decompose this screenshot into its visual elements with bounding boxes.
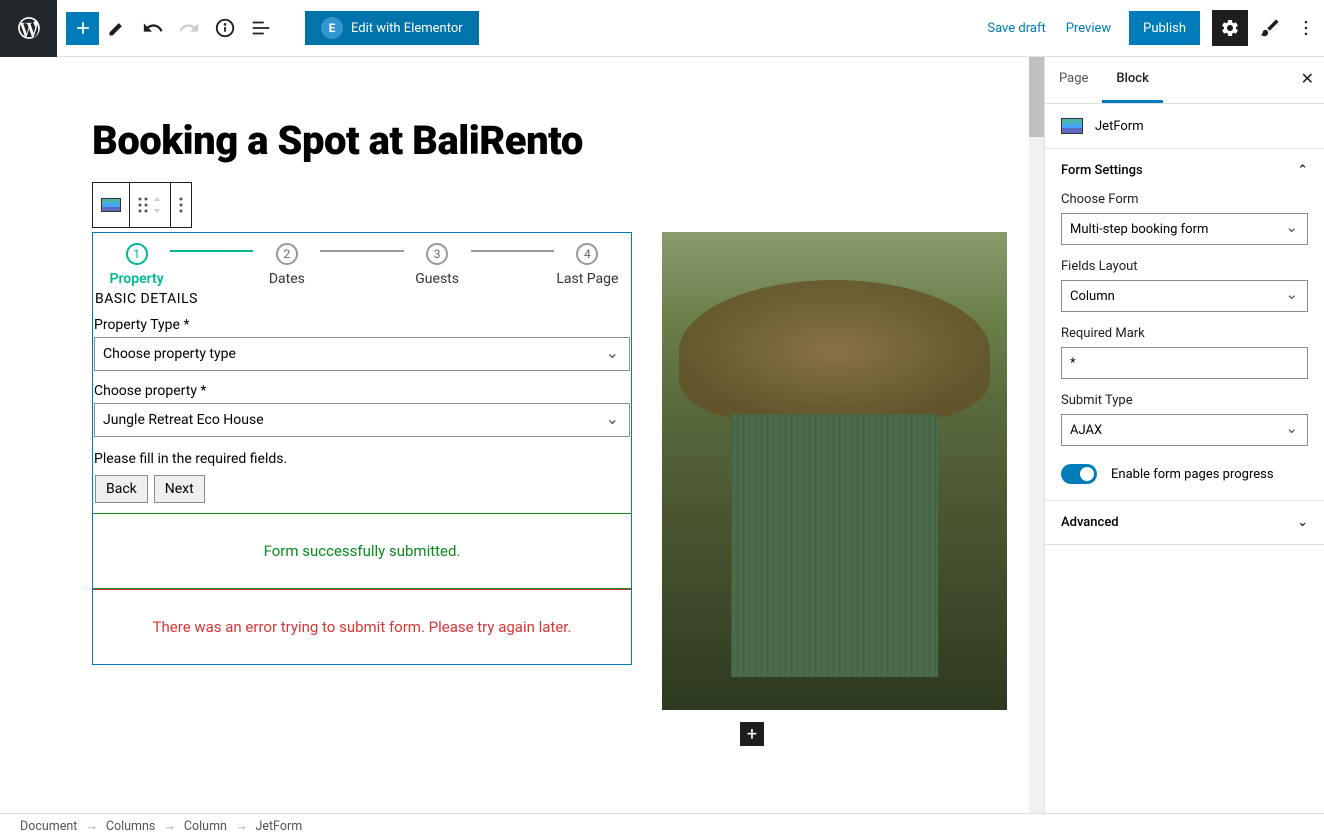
choose-form-select[interactable]: Multi-step booking form — [1061, 213, 1308, 245]
styles-icon[interactable] — [1252, 10, 1288, 46]
section-basic-details: BASIC DETAILS — [93, 287, 631, 315]
outline-icon[interactable] — [243, 10, 279, 46]
property-image[interactable] — [662, 232, 1007, 710]
enable-progress-label: Enable form pages progress — [1111, 467, 1274, 482]
panel-advanced[interactable]: Advanced ⌄ — [1045, 501, 1324, 544]
form-progress-steps: 1 Property 2 Dates 3 Guests — [93, 233, 631, 287]
chevron-up-icon: ⌃ — [1297, 163, 1308, 178]
more-options-icon[interactable] — [1288, 10, 1324, 46]
top-toolbar: E Edit with Elementor Save draft Preview… — [0, 0, 1324, 57]
required-warning: Please fill in the required fields. — [93, 447, 631, 471]
add-block-inline-button[interactable]: + — [740, 722, 764, 746]
block-toolbar — [92, 182, 192, 228]
step-last-page: 4 Last Page — [546, 243, 629, 287]
close-sidebar-icon[interactable]: ✕ — [1301, 69, 1314, 88]
undo-icon[interactable] — [135, 10, 171, 46]
property-type-label: Property Type * — [93, 315, 631, 337]
step-guests: 3 Guests — [396, 243, 479, 287]
publish-button[interactable]: Publish — [1129, 11, 1200, 45]
preview-link[interactable]: Preview — [1056, 21, 1121, 36]
page-title[interactable]: Booking a Spot at BaliRento — [92, 117, 952, 164]
step-property: 1 Property — [95, 243, 178, 287]
panel-form-settings[interactable]: Form Settings ⌃ — [1045, 149, 1324, 192]
block-more-icon[interactable] — [171, 183, 191, 227]
fields-layout-select[interactable]: Column — [1061, 280, 1308, 312]
elementor-icon: E — [321, 17, 343, 39]
jetform-icon — [1061, 118, 1083, 134]
tab-block[interactable]: Block — [1102, 57, 1162, 103]
required-mark-label: Required Mark — [1061, 326, 1308, 341]
error-message: There was an error trying to submit form… — [93, 589, 631, 664]
breadcrumb-item[interactable]: Column — [184, 819, 227, 834]
save-draft-link[interactable]: Save draft — [977, 21, 1055, 36]
fields-layout-label: Fields Layout — [1061, 259, 1308, 274]
editor-canvas[interactable]: Booking a Spot at BaliRento 1 — [0, 57, 1044, 813]
submit-type-select[interactable]: AJAX — [1061, 414, 1308, 446]
breadcrumb-item[interactable]: Columns — [106, 819, 156, 834]
choose-form-label: Choose Form — [1061, 192, 1308, 207]
property-type-select[interactable]: Choose property type — [94, 337, 630, 371]
chevron-down-icon: ⌄ — [1297, 515, 1308, 530]
block-type-icon[interactable] — [93, 183, 130, 227]
jetform-block[interactable]: 1 Property 2 Dates 3 Guests — [92, 232, 632, 665]
step-dates: 2 Dates — [245, 243, 328, 287]
sidebar-block-name: JetForm — [1095, 119, 1144, 134]
add-block-button[interactable] — [66, 12, 99, 45]
edit-mode-icon[interactable] — [99, 10, 135, 46]
settings-button[interactable] — [1212, 10, 1248, 46]
breadcrumb-item[interactable]: Document — [20, 819, 77, 834]
drag-handle-icon[interactable] — [130, 183, 171, 227]
required-mark-input[interactable] — [1061, 347, 1308, 379]
submit-type-label: Submit Type — [1061, 393, 1308, 408]
tab-page[interactable]: Page — [1045, 57, 1102, 103]
choose-property-label: Choose property * — [93, 381, 631, 403]
editor-scrollbar[interactable] — [1029, 57, 1044, 813]
redo-icon — [171, 10, 207, 46]
edit-with-elementor-button[interactable]: E Edit with Elementor — [305, 11, 479, 45]
choose-property-select[interactable]: Jungle Retreat Eco House — [94, 403, 630, 437]
success-message: Form successfully submitted. — [93, 513, 631, 589]
info-icon[interactable] — [207, 10, 243, 46]
settings-sidebar: Page Block ✕ JetForm Form Settings ⌃ Cho… — [1044, 57, 1324, 813]
breadcrumb: Document→ Columns→ Column→ JetForm — [0, 813, 1324, 838]
wordpress-logo[interactable] — [0, 0, 57, 57]
sidebar-block-header: JetForm — [1045, 104, 1324, 149]
back-button[interactable]: Back — [95, 475, 148, 503]
enable-progress-toggle[interactable] — [1061, 464, 1097, 484]
breadcrumb-item[interactable]: JetForm — [255, 819, 302, 834]
next-button[interactable]: Next — [154, 475, 205, 503]
